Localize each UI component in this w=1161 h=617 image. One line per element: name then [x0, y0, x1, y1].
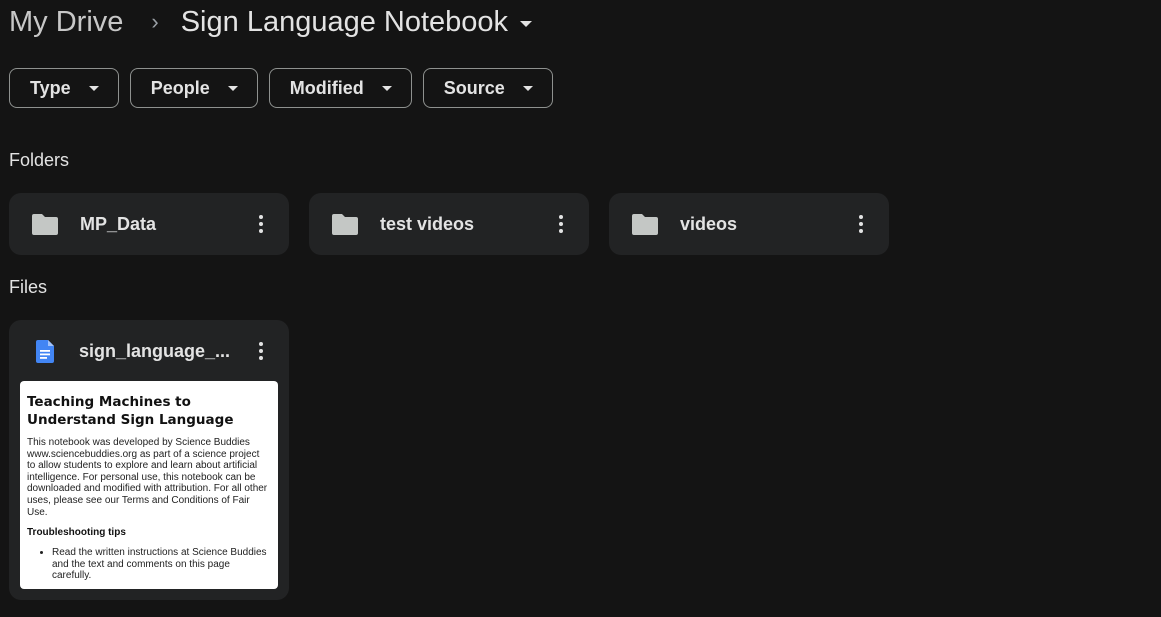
folder-item-videos[interactable]: videos [609, 193, 889, 255]
file-thumbnail-preview: Teaching Machines to Understand Sign Lan… [20, 381, 278, 589]
caret-down-icon [381, 85, 392, 91]
breadcrumb: My Drive › Sign Language Notebook [9, 0, 533, 44]
more-options-icon[interactable] [249, 339, 273, 363]
folders-grid: MP_Data test videos videos [9, 193, 889, 255]
more-options-icon[interactable] [849, 212, 873, 236]
preview-title: Teaching Machines to Understand Sign Lan… [27, 394, 234, 428]
filter-type-chip[interactable]: Type [9, 68, 119, 108]
more-options-icon[interactable] [549, 212, 573, 236]
caret-down-icon [520, 20, 533, 27]
file-card-sign-language[interactable]: sign_language_... Teaching Machines to U… [9, 320, 289, 600]
file-card-header: sign_language_... [9, 320, 289, 382]
breadcrumb-current-folder[interactable]: Sign Language Notebook [180, 5, 533, 39]
caret-down-icon [522, 85, 533, 91]
folder-item-test-videos[interactable]: test videos [309, 193, 589, 255]
filter-source-chip[interactable]: Source [422, 68, 553, 108]
preview-list-item: Read the written instructions at Science… [52, 547, 270, 582]
folder-icon [332, 213, 358, 235]
filter-modified-chip[interactable]: Modified [268, 68, 412, 108]
caret-down-icon [88, 85, 99, 91]
filter-source-label: Source [443, 77, 505, 98]
filter-modified-label: Modified [289, 77, 364, 98]
preview-list: Read the written instructions at Science… [27, 547, 270, 582]
preview-body: This notebook was developed by Science B… [27, 437, 268, 518]
preview-subheading: Troubleshooting tips [27, 527, 126, 539]
filter-chips: Type People Modified Source [9, 68, 553, 108]
filter-people-chip[interactable]: People [129, 68, 258, 108]
folders-heading: Folders [9, 150, 70, 170]
breadcrumb-separator: › [151, 9, 159, 34]
file-name: sign_language_... [79, 340, 231, 361]
folder-name: test videos [380, 213, 475, 234]
folder-name: MP_Data [80, 213, 157, 234]
folder-item-mp-data[interactable]: MP_Data [9, 193, 289, 255]
filter-type-label: Type [30, 77, 71, 98]
folder-icon [32, 213, 58, 235]
more-options-icon[interactable] [249, 212, 273, 236]
folder-name: videos [680, 213, 738, 234]
filter-people-label: People [150, 77, 210, 98]
files-heading: Files [9, 277, 48, 297]
current-folder-title: Sign Language Notebook [180, 5, 509, 38]
caret-down-icon [227, 85, 238, 91]
folder-icon [632, 213, 658, 235]
google-docs-icon [36, 339, 54, 363]
breadcrumb-my-drive[interactable]: My Drive [9, 6, 123, 39]
